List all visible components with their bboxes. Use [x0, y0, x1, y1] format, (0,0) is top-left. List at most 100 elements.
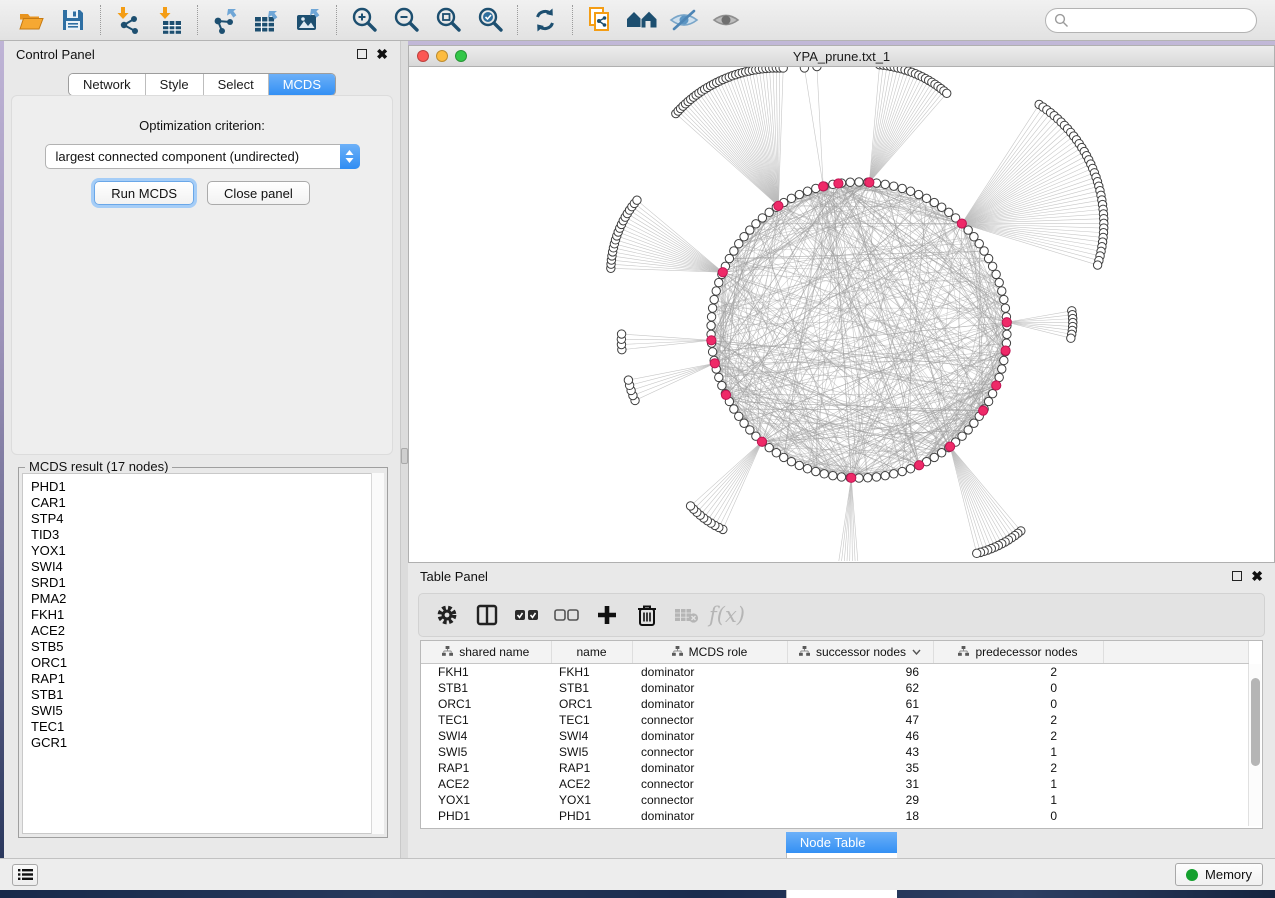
- dominator-node[interactable]: [819, 182, 828, 191]
- mcds-result-item[interactable]: PHD1: [31, 479, 383, 495]
- table-row[interactable]: STB1STB1dominator620: [421, 680, 1249, 696]
- mcds-result-item[interactable]: SWI4: [31, 559, 383, 575]
- dominator-node[interactable]: [957, 219, 966, 228]
- table-row[interactable]: SWI5SWI5connector431: [421, 744, 1249, 760]
- column-header-MCDS-role[interactable]: MCDS role: [632, 641, 787, 663]
- function-builder-button[interactable]: f(x): [709, 598, 745, 632]
- optimization-criterion-dropdown[interactable]: largest connected component (undirected): [45, 144, 360, 169]
- mcds-list-scrollbar[interactable]: [371, 473, 384, 834]
- column-header-shared-name[interactable]: shared name: [421, 641, 551, 663]
- splitter-grip[interactable]: [401, 448, 408, 464]
- network-canvas[interactable]: [408, 67, 1275, 563]
- close-panel-button[interactable]: Close panel: [207, 181, 310, 205]
- delete-table-button[interactable]: [669, 598, 705, 632]
- mcds-result-item[interactable]: SRD1: [31, 575, 383, 591]
- table-scrollbar-thumb[interactable]: [1251, 678, 1260, 766]
- dominator-node[interactable]: [774, 201, 783, 210]
- dominator-node[interactable]: [707, 336, 716, 345]
- table-row[interactable]: ACE2ACE2connector311: [421, 776, 1249, 792]
- memory-button[interactable]: Memory: [1175, 863, 1263, 886]
- zoom-out-button[interactable]: [385, 3, 427, 37]
- deselect-all-button[interactable]: [549, 598, 585, 632]
- mcds-result-item[interactable]: TID3: [31, 527, 383, 543]
- table-row[interactable]: PHD1PHD1dominator180: [421, 808, 1249, 824]
- table-tab-node-table[interactable]: Node Table: [786, 832, 897, 853]
- cell: [1103, 808, 1249, 824]
- mcds-result-item[interactable]: ACE2: [31, 623, 383, 639]
- refresh-button[interactable]: [524, 3, 566, 37]
- mcds-result-item[interactable]: YOX1: [31, 543, 383, 559]
- mcds-result-item[interactable]: PMA2: [31, 591, 383, 607]
- float-window-icon[interactable]: [1232, 571, 1242, 581]
- add-column-button[interactable]: [589, 598, 625, 632]
- dominator-node[interactable]: [834, 179, 843, 188]
- mcds-result-item[interactable]: STB1: [31, 687, 383, 703]
- table-row[interactable]: YOX1YOX1connector291: [421, 792, 1249, 808]
- table-row[interactable]: FKH1FKH1dominator962: [421, 663, 1249, 680]
- close-panel-icon[interactable]: ✖: [376, 49, 388, 59]
- table-row[interactable]: SWI4SWI4dominator462: [421, 728, 1249, 744]
- column-header-name[interactable]: name: [551, 641, 632, 663]
- dominator-node[interactable]: [915, 461, 924, 470]
- dominator-node[interactable]: [979, 406, 988, 415]
- float-window-icon[interactable]: [357, 49, 367, 59]
- zoom-selected-button[interactable]: [469, 3, 511, 37]
- dominator-node[interactable]: [718, 268, 727, 277]
- dominator-node[interactable]: [757, 437, 766, 446]
- run-mcds-button[interactable]: Run MCDS: [94, 181, 194, 205]
- network-window-titlebar[interactable]: YPA_prune.txt_1: [408, 45, 1275, 67]
- zoom-fit-button[interactable]: [427, 3, 469, 37]
- show-panels-button[interactable]: [12, 864, 38, 886]
- mcds-result-item[interactable]: SWI5: [31, 703, 383, 719]
- split-columns-button[interactable]: [469, 598, 505, 632]
- mcds-result-item[interactable]: FKH1: [31, 607, 383, 623]
- dominator-node[interactable]: [1001, 346, 1010, 355]
- mcds-result-item[interactable]: RAP1: [31, 671, 383, 687]
- mcds-result-item[interactable]: CAR1: [31, 495, 383, 511]
- first-neighbors-button[interactable]: [621, 3, 663, 37]
- mcds-result-item[interactable]: STP4: [31, 511, 383, 527]
- mcds-result-item[interactable]: STB5: [31, 639, 383, 655]
- table-row[interactable]: RAP1RAP1dominator352: [421, 760, 1249, 776]
- mcds-result-item[interactable]: ORC1: [31, 655, 383, 671]
- dominator-node[interactable]: [721, 390, 730, 399]
- export-image-button[interactable]: [288, 3, 330, 37]
- panel-splitter[interactable]: [401, 41, 408, 858]
- dominator-node[interactable]: [865, 178, 874, 187]
- dominator-node[interactable]: [946, 442, 955, 451]
- open-file-button[interactable]: [10, 3, 52, 37]
- dominator-node[interactable]: [710, 359, 719, 368]
- table-scrollbar[interactable]: [1248, 664, 1261, 826]
- table-row[interactable]: TEC1TEC1connector472: [421, 712, 1249, 728]
- close-panel-icon[interactable]: ✖: [1251, 571, 1263, 581]
- import-table-button[interactable]: [149, 3, 191, 37]
- select-all-button[interactable]: [509, 598, 545, 632]
- tab-style[interactable]: Style: [145, 74, 203, 95]
- delete-column-button[interactable]: [629, 598, 665, 632]
- mcds-result-item[interactable]: GCR1: [31, 735, 383, 751]
- show-all-button[interactable]: [705, 3, 747, 37]
- table-panel-titlebar: Table Panel ✖: [408, 563, 1275, 589]
- column-header-successor-nodes[interactable]: successor nodes: [787, 641, 933, 663]
- table-settings-button[interactable]: [429, 598, 465, 632]
- search-input[interactable]: [1045, 8, 1257, 33]
- tab-network[interactable]: Network: [69, 74, 145, 95]
- import-network-button[interactable]: [107, 3, 149, 37]
- export-table-button[interactable]: [246, 3, 288, 37]
- clone-network-button[interactable]: [579, 3, 621, 37]
- cell: [1103, 696, 1249, 712]
- dominator-node[interactable]: [1002, 318, 1011, 327]
- save-session-button[interactable]: [52, 3, 94, 37]
- zoom-in-button[interactable]: [343, 3, 385, 37]
- hide-selected-button[interactable]: [663, 3, 705, 37]
- export-network-button[interactable]: [204, 3, 246, 37]
- mcds-result-item[interactable]: TEC1: [31, 719, 383, 735]
- dominator-node[interactable]: [847, 473, 856, 482]
- mcds-result-list[interactable]: PHD1CAR1STP4TID3YOX1SWI4SRD1PMA2FKH1ACE2…: [22, 473, 384, 834]
- tab-mcds[interactable]: MCDS: [268, 74, 335, 95]
- network-graph[interactable]: [409, 67, 1274, 561]
- column-header-predecessor-nodes[interactable]: predecessor nodes: [933, 641, 1103, 663]
- tab-select[interactable]: Select: [203, 74, 268, 95]
- dominator-node[interactable]: [992, 381, 1001, 390]
- table-row[interactable]: ORC1ORC1dominator610: [421, 696, 1249, 712]
